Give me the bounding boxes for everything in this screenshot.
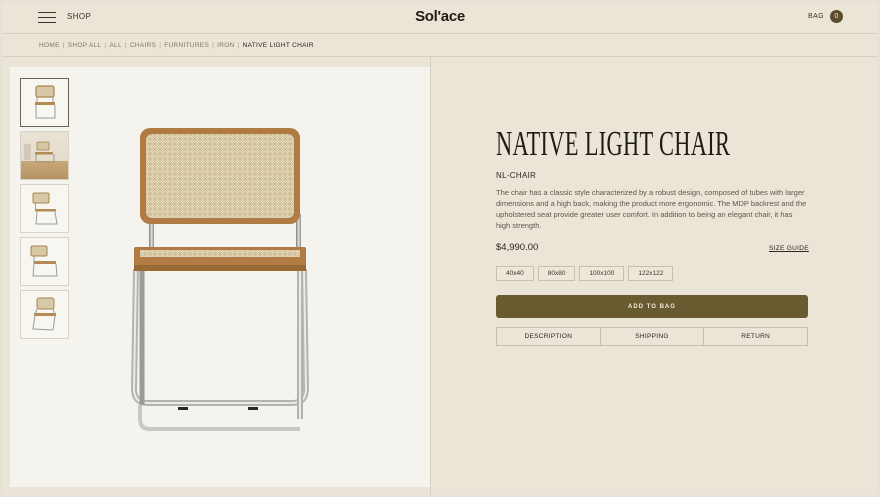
breadcrumb-iron[interactable]: IRON — [217, 42, 234, 49]
breadcrumb-shop-all[interactable]: SHOP ALL — [68, 42, 102, 49]
size-guide-link[interactable]: SIZE GUIDE — [769, 245, 809, 252]
tab-shipping[interactable]: SHIPPING — [599, 328, 704, 345]
product-gallery — [10, 67, 430, 487]
add-to-bag-button[interactable]: ADD TO BAG — [496, 295, 808, 318]
brand-logo[interactable]: Sol'ace — [2, 8, 878, 25]
breadcrumb-separator: | — [104, 42, 107, 49]
breadcrumb-current: NATIVE LIGHT CHAIR — [242, 42, 314, 49]
size-option-100x100[interactable]: 100x100 — [579, 266, 625, 281]
size-option-80x80[interactable]: 80x80 — [537, 266, 576, 281]
site-header: SHOP Sol'ace BAG 0 — [2, 2, 878, 34]
bag-label: BAG — [808, 13, 824, 20]
main-product-image — [120, 119, 320, 436]
breadcrumb-separator: | — [62, 42, 65, 49]
breadcrumb-all[interactable]: ALL — [109, 42, 121, 49]
breadcrumb-chairs[interactable]: CHAIRS — [130, 42, 156, 49]
product-description: The chair has a classic style characteri… — [496, 188, 807, 230]
app-frame: SHOP Sol'ace BAG 0 HOME | SHOP ALL | ALL… — [2, 2, 878, 495]
product-sku: NL-CHAIR — [496, 171, 537, 180]
thumbnail-front-view[interactable] — [20, 78, 69, 127]
thumbnail-three-quarter-view[interactable] — [20, 290, 69, 339]
breadcrumb-separator: | — [237, 42, 240, 49]
thumbnail-list — [20, 78, 69, 343]
breadcrumb: HOME | SHOP ALL | ALL | CHAIRS | FURNITU… — [2, 35, 878, 57]
breadcrumb-separator: | — [159, 42, 162, 49]
size-option-122x122[interactable]: 122x122 — [628, 266, 674, 281]
size-options: 40x40 80x80 100x100 122x122 — [496, 266, 674, 281]
breadcrumb-separator: | — [212, 42, 215, 49]
product-price: $4,990.00 — [496, 242, 539, 253]
thumbnail-side-view[interactable] — [20, 184, 69, 233]
product-title: NATIVE LIGHT CHAIR — [496, 124, 731, 163]
thumbnail-side-view-angled[interactable] — [20, 237, 69, 286]
size-option-40x40[interactable]: 40x40 — [496, 266, 534, 281]
breadcrumb-separator: | — [124, 42, 127, 49]
bag-count-badge: 0 — [830, 10, 843, 23]
tab-return[interactable]: RETURN — [703, 328, 807, 345]
column-divider — [430, 57, 431, 495]
info-tabs: DESCRIPTION SHIPPING RETURN — [496, 327, 808, 346]
thumbnail-room-scene[interactable] — [20, 131, 69, 180]
breadcrumb-furnitures[interactable]: FURNITURES — [164, 42, 209, 49]
breadcrumb-home[interactable]: HOME — [39, 42, 60, 49]
bag-button[interactable]: BAG 0 — [808, 10, 843, 23]
tab-description[interactable]: DESCRIPTION — [497, 328, 600, 345]
